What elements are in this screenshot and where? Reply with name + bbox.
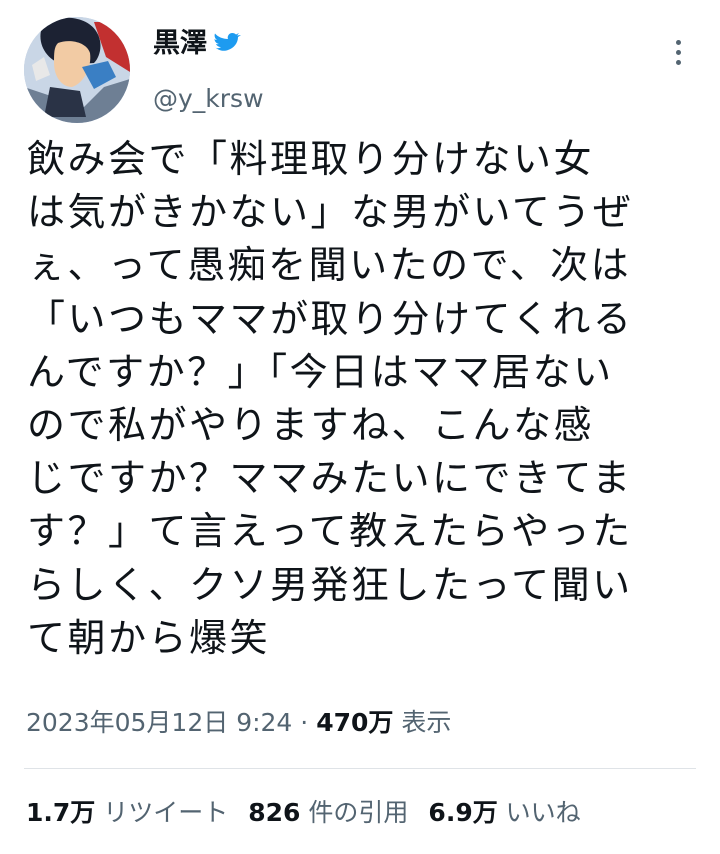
dot (675, 59, 681, 65)
user-handle[interactable]: @y_krsw (153, 84, 264, 114)
meta-separator: · (300, 708, 309, 737)
timestamp[interactable]: 2023年05月12日 9:24 (26, 708, 292, 737)
tweet-line: て朝から爆笑 (27, 615, 271, 660)
tweet-line: す？」て言えって教えたらやった (27, 509, 633, 554)
quotes-count: 826 (248, 798, 301, 827)
likes-stat[interactable]: 6.9万 いいね (428, 797, 580, 829)
tweet-line: は気がきかない」な男がいてうぜ (27, 190, 634, 235)
avatar-illustration (24, 17, 130, 123)
user-name-row[interactable]: 黒澤 (153, 28, 241, 60)
tweet-line: んですか？」「今日はママ居ない (27, 349, 614, 394)
views-count: 470万 (316, 708, 394, 737)
divider (24, 768, 696, 769)
tweet-line: らしく、クソ男発狂したって聞い (27, 562, 633, 607)
tweet-text: 飲み会で「料理取り分けない女 は気がきかない」な男がいてうぜ ぇ、って愚痴を聞い… (27, 133, 707, 665)
likes-label: いいね (505, 798, 581, 827)
display-name[interactable]: 黒澤 (153, 28, 207, 60)
likes-count: 6.9万 (428, 798, 498, 827)
dot (675, 49, 681, 55)
retweets-label: リツイート (103, 798, 229, 827)
quotes-stat[interactable]: 826 件の引用 (248, 797, 408, 829)
tweet-line: じですか？ママみたいにできてま (27, 456, 633, 501)
retweets-stat[interactable]: 1.7万 リツイート (26, 797, 228, 829)
bird-icon (211, 32, 241, 56)
engagement-stats: 1.7万 リツイート 826 件の引用 6.9万 いいね (26, 797, 601, 829)
tweet-line: 飲み会で「料理取り分けない女 (27, 137, 595, 181)
more-options-icon[interactable] (663, 34, 693, 70)
views-label: 表示 (401, 708, 452, 737)
tweet-line: ぇ、って愚痴を聞いたので、次は (27, 243, 632, 288)
dot (675, 39, 681, 45)
tweet-line: ので私がやりますね、こんな感 (27, 403, 595, 448)
tweet-meta: 2023年05月12日 9:24 · 470万 表示 (26, 707, 451, 739)
quotes-label: 件の引用 (308, 798, 409, 827)
tweet-line: 「いつもママが取り分けてくれる (27, 296, 634, 341)
retweets-count: 1.7万 (26, 798, 96, 827)
avatar[interactable] (24, 17, 130, 123)
